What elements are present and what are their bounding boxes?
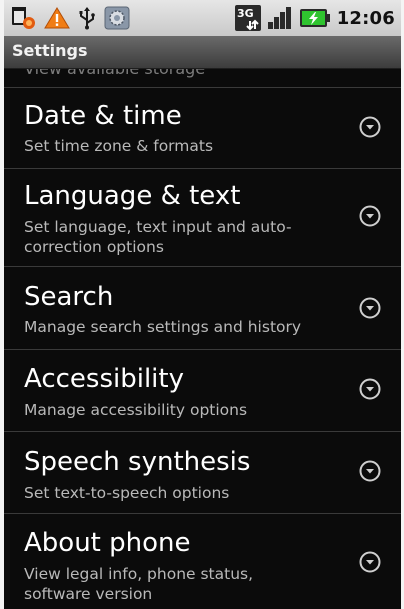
clock: 12:06 [336,7,395,29]
battery-charging-icon [299,7,331,29]
settings-gear-icon [104,6,130,30]
settings-item-date-time[interactable]: Date & time Set time zone & formats [4,88,401,168]
network-3g-icon: 3G [234,5,261,31]
system-icons: 3G 12:06 [234,5,395,31]
item-subtitle: Set time zone & formats [24,137,214,155]
signal-bars-icon [267,6,293,30]
chevron-down-icon[interactable] [359,297,381,319]
item-title: Speech synthesis [24,447,251,477]
item-subtitle: Set text-to-speech options [24,484,230,502]
item-title: Language & text [24,181,241,211]
item-subtitle: Manage accessibility options [24,401,248,419]
chevron-down-icon[interactable] [359,551,381,573]
title-bar: Settings [4,36,401,69]
partial-list-item[interactable]: View available storage [4,69,401,86]
item-title: Search [24,282,114,312]
svg-text:3G: 3G [237,7,254,20]
item-subtitle: Manage search settings and history [24,318,302,336]
notification-icons [10,5,130,31]
chevron-down-icon[interactable] [359,205,381,227]
item-subtitle: Set language, text input and auto-correc… [24,218,292,256]
settings-item-language-text[interactable]: Language & text Set language, text input… [4,169,401,266]
settings-item-about-phone[interactable]: About phone View legal info, phone statu… [4,514,401,609]
debug-bug-icon [10,6,36,30]
settings-item-search[interactable]: Search Manage search settings and histor… [4,267,401,349]
item-title: Accessibility [24,364,184,394]
phone-screen: 3G 12:06 Settings Date & time Set time z… [4,0,401,609]
chevron-down-icon[interactable] [359,460,381,482]
settings-item-accessibility[interactable]: Accessibility Manage accessibility optio… [4,350,401,431]
settings-item-speech-synthesis[interactable]: Speech synthesis Set text-to-speech opti… [4,432,401,513]
chevron-down-icon[interactable] [359,378,381,400]
page-title: Settings [12,41,88,60]
chevron-down-icon[interactable] [359,116,381,138]
item-subtitle: View legal info, phone status, software … [24,565,254,603]
partial-item-label: View available storage [24,69,205,78]
status-bar[interactable]: 3G 12:06 [4,0,401,36]
item-title: About phone [24,528,191,558]
item-title: Date & time [24,101,182,131]
warning-icon [44,6,70,30]
usb-icon [78,6,96,30]
